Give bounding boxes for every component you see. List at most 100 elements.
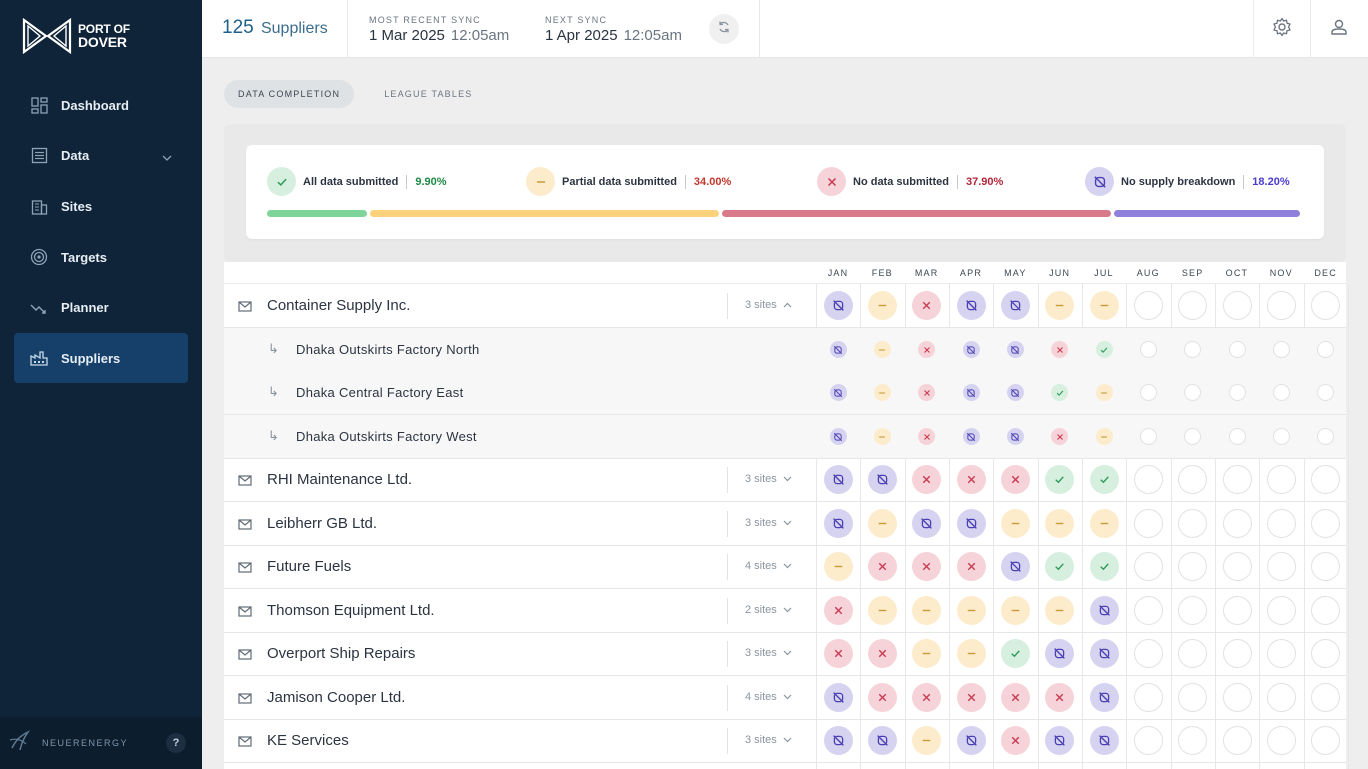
empty-status-icon[interactable] xyxy=(1133,291,1163,320)
no-breakdown-icon[interactable] xyxy=(1000,291,1030,320)
supplier-name[interactable]: Container Supply Inc. xyxy=(267,297,410,314)
tab-league-tables[interactable]: LEAGUE TABLES xyxy=(370,80,486,108)
cross-icon[interactable] xyxy=(867,552,897,581)
cross-icon[interactable] xyxy=(912,291,942,320)
empty-status-icon[interactable] xyxy=(1228,341,1246,358)
cross-icon[interactable] xyxy=(1051,341,1069,358)
site-name[interactable]: Dhaka Outskirts Factory West xyxy=(296,429,477,444)
email-supplier-icon[interactable] xyxy=(238,691,252,710)
cross-icon[interactable] xyxy=(867,639,897,668)
cross-icon[interactable] xyxy=(1000,726,1030,755)
empty-status-icon[interactable] xyxy=(1317,384,1335,401)
no-breakdown-icon[interactable] xyxy=(1000,552,1030,581)
check-icon[interactable] xyxy=(1089,552,1119,581)
sidebar-item-data[interactable]: Data xyxy=(14,131,188,181)
email-supplier-icon[interactable] xyxy=(238,560,252,579)
check-icon[interactable] xyxy=(1051,384,1069,401)
empty-status-icon[interactable] xyxy=(1184,384,1202,401)
cross-icon[interactable] xyxy=(918,341,936,358)
empty-status-icon[interactable] xyxy=(1133,639,1163,668)
empty-status-icon[interactable] xyxy=(1222,552,1252,581)
empty-status-icon[interactable] xyxy=(1222,291,1252,320)
empty-status-icon[interactable] xyxy=(1133,726,1163,755)
supplier-name[interactable]: Leibherr GB Ltd. xyxy=(267,515,377,532)
cross-icon[interactable] xyxy=(912,465,942,494)
cross-icon[interactable] xyxy=(956,552,986,581)
no-breakdown-icon[interactable] xyxy=(823,509,853,538)
empty-status-icon[interactable] xyxy=(1222,639,1252,668)
dash-icon[interactable] xyxy=(1045,596,1075,625)
empty-status-icon[interactable] xyxy=(1311,509,1341,538)
sites-toggle[interactable]: 3 sites xyxy=(745,299,792,311)
empty-status-icon[interactable] xyxy=(1133,465,1163,494)
site-row[interactable]: ↳ Dhaka Central Factory East xyxy=(224,371,1346,415)
dash-icon[interactable] xyxy=(1095,428,1113,445)
sites-toggle[interactable]: 3 sites xyxy=(745,517,792,529)
empty-status-icon[interactable] xyxy=(1317,341,1335,358)
port-of-dover-logo[interactable]: PORT OF DOVER xyxy=(22,18,130,54)
empty-status-icon[interactable] xyxy=(1178,639,1208,668)
empty-status-icon[interactable] xyxy=(1228,428,1246,445)
no-breakdown-icon[interactable] xyxy=(823,465,853,494)
sites-toggle[interactable]: 3 sites xyxy=(745,734,792,746)
no-breakdown-icon[interactable] xyxy=(823,683,853,712)
empty-status-icon[interactable] xyxy=(1272,384,1290,401)
supplier-name[interactable]: RHI Maintenance Ltd. xyxy=(267,471,412,488)
empty-status-icon[interactable] xyxy=(1178,465,1208,494)
settings-button[interactable] xyxy=(1253,0,1309,58)
dash-icon[interactable] xyxy=(867,509,897,538)
sites-toggle[interactable]: 3 sites xyxy=(745,647,792,659)
site-name[interactable]: Dhaka Central Factory East xyxy=(296,385,463,400)
no-breakdown-icon[interactable] xyxy=(829,341,847,358)
no-breakdown-icon[interactable] xyxy=(1089,596,1119,625)
dash-icon[interactable] xyxy=(873,384,891,401)
cross-icon[interactable] xyxy=(918,428,936,445)
empty-status-icon[interactable] xyxy=(1139,428,1157,445)
site-row[interactable]: ↳ Dhaka Outskirts Factory West xyxy=(224,415,1346,459)
cross-icon[interactable] xyxy=(956,465,986,494)
dash-icon[interactable] xyxy=(1089,291,1119,320)
cross-icon[interactable] xyxy=(1000,683,1030,712)
empty-status-icon[interactable] xyxy=(1178,509,1208,538)
empty-status-icon[interactable] xyxy=(1178,726,1208,755)
supplier-row[interactable]: Container Supply Inc. 3 sites xyxy=(224,284,1346,328)
empty-status-icon[interactable] xyxy=(1222,509,1252,538)
no-breakdown-icon[interactable] xyxy=(1089,639,1119,668)
empty-status-icon[interactable] xyxy=(1222,596,1252,625)
site-name[interactable]: Dhaka Outskirts Factory North xyxy=(296,342,480,357)
empty-status-icon[interactable] xyxy=(1266,509,1296,538)
dash-icon[interactable] xyxy=(912,726,942,755)
dash-icon[interactable] xyxy=(823,552,853,581)
empty-status-icon[interactable] xyxy=(1272,341,1290,358)
empty-status-icon[interactable] xyxy=(1222,726,1252,755)
email-supplier-icon[interactable] xyxy=(238,299,252,318)
check-icon[interactable] xyxy=(1000,639,1030,668)
check-icon[interactable] xyxy=(1045,465,1075,494)
empty-status-icon[interactable] xyxy=(1272,428,1290,445)
check-icon[interactable] xyxy=(1089,465,1119,494)
cross-icon[interactable] xyxy=(1045,683,1075,712)
no-breakdown-icon[interactable] xyxy=(1006,384,1024,401)
dash-icon[interactable] xyxy=(1000,596,1030,625)
empty-status-icon[interactable] xyxy=(1266,726,1296,755)
empty-status-icon[interactable] xyxy=(1266,596,1296,625)
dash-icon[interactable] xyxy=(1095,384,1113,401)
empty-status-icon[interactable] xyxy=(1222,683,1252,712)
empty-status-icon[interactable] xyxy=(1266,291,1296,320)
empty-status-icon[interactable] xyxy=(1311,552,1341,581)
empty-status-icon[interactable] xyxy=(1311,726,1341,755)
dash-icon[interactable] xyxy=(1045,509,1075,538)
no-breakdown-icon[interactable] xyxy=(956,726,986,755)
empty-status-icon[interactable] xyxy=(1133,596,1163,625)
empty-status-icon[interactable] xyxy=(1266,552,1296,581)
empty-status-icon[interactable] xyxy=(1317,428,1335,445)
empty-status-icon[interactable] xyxy=(1311,465,1341,494)
empty-status-icon[interactable] xyxy=(1139,384,1157,401)
empty-status-icon[interactable] xyxy=(1311,596,1341,625)
empty-status-icon[interactable] xyxy=(1266,683,1296,712)
empty-status-icon[interactable] xyxy=(1178,291,1208,320)
sidebar-item-suppliers[interactable]: Suppliers xyxy=(14,333,188,384)
empty-status-icon[interactable] xyxy=(1133,552,1163,581)
no-breakdown-icon[interactable] xyxy=(962,428,980,445)
no-breakdown-icon[interactable] xyxy=(823,726,853,755)
